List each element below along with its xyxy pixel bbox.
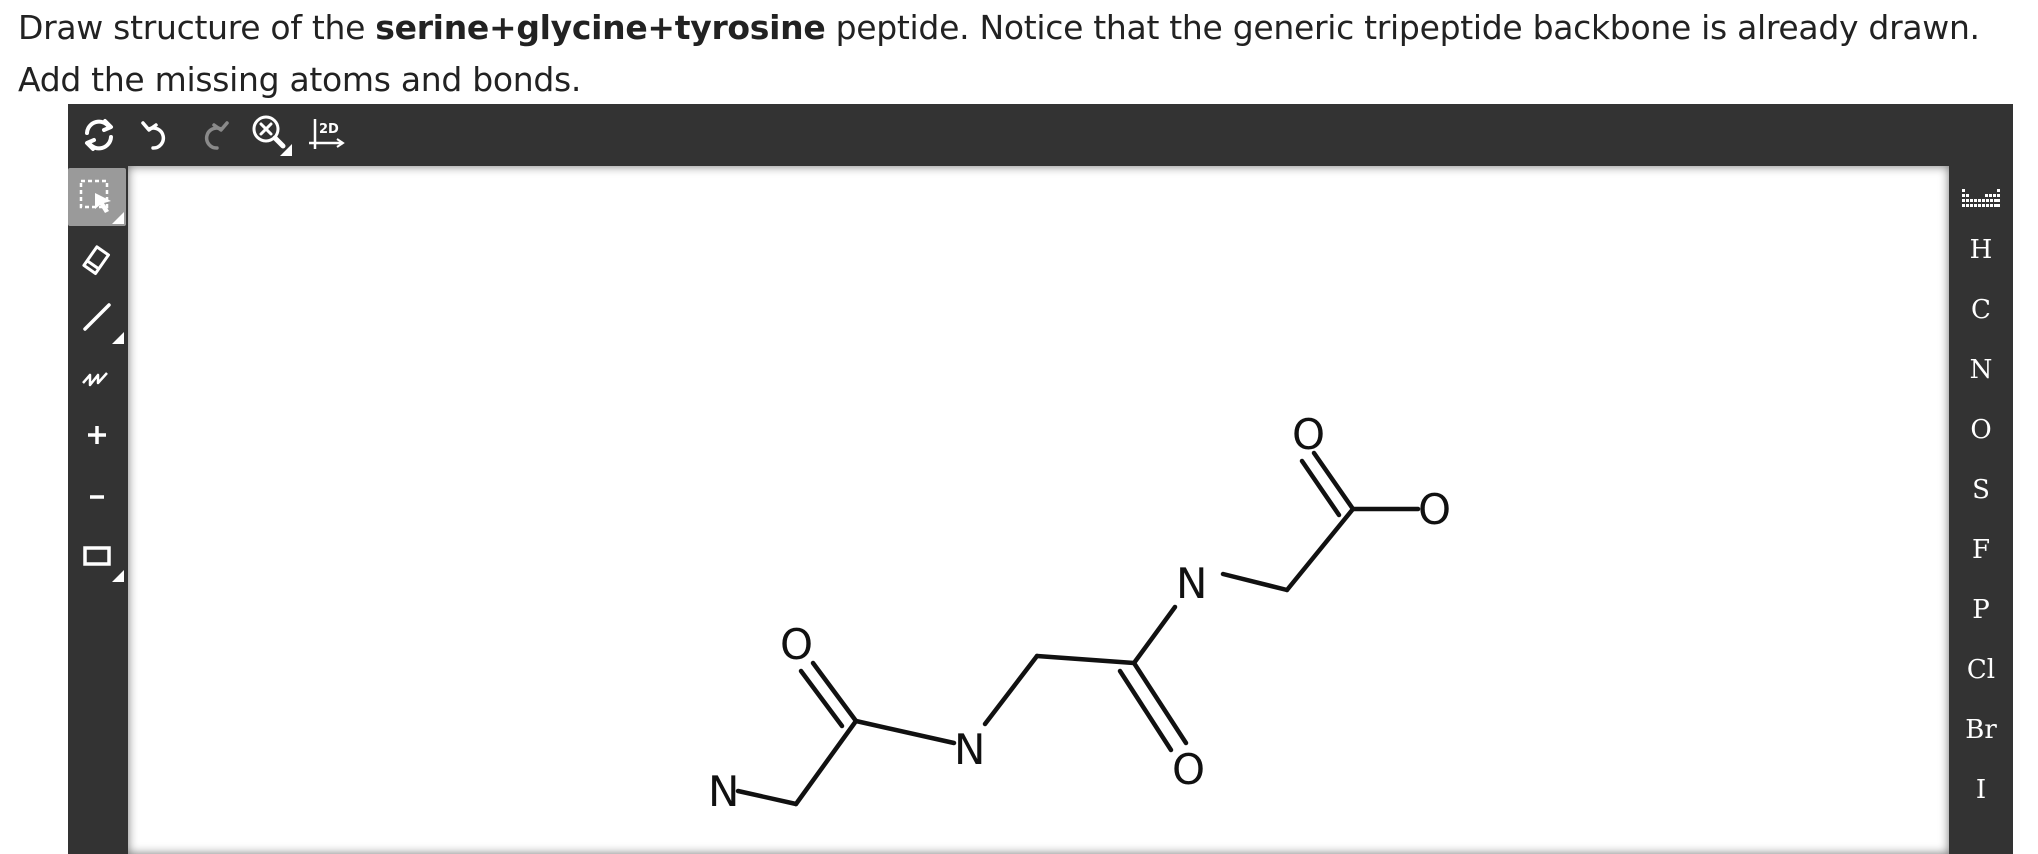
bond bbox=[853, 718, 957, 746]
bond bbox=[1034, 653, 1137, 666]
clear-canvas-icon bbox=[85, 119, 113, 151]
redo-icon bbox=[204, 121, 229, 150]
bond bbox=[982, 653, 1040, 727]
atom-oxygen[interactable]: O bbox=[1172, 745, 1205, 794]
layout-2d-icon: 2D bbox=[309, 119, 345, 149]
element-sulfur-button[interactable]: S bbox=[1949, 468, 2013, 512]
periodic-table-icon bbox=[1962, 189, 2000, 207]
top-toolbar: 2D bbox=[68, 104, 2013, 166]
left-toolbar bbox=[68, 166, 128, 854]
submenu-indicator bbox=[112, 332, 124, 344]
zoom-reset-button[interactable] bbox=[248, 112, 294, 158]
submenu-indicator bbox=[112, 212, 124, 224]
atom-oxygen[interactable]: O bbox=[780, 620, 813, 669]
atom-nitrogen[interactable]: N bbox=[1176, 559, 1207, 608]
redo-button[interactable] bbox=[190, 112, 236, 158]
chain-tool-button[interactable] bbox=[68, 346, 126, 404]
bond bbox=[793, 718, 859, 807]
layout-2d-label: 2D bbox=[319, 122, 339, 137]
single-bond-icon bbox=[83, 303, 111, 331]
plus-charge-button[interactable] bbox=[68, 406, 126, 464]
molecule-editor: 2D N N N O O O O H C N O S F P Cl Br I bbox=[68, 104, 2013, 854]
element-toolbar: H C N O S F P Cl Br I bbox=[1949, 166, 2013, 854]
element-iodine-button[interactable]: I bbox=[1949, 768, 2013, 812]
template-tool-button[interactable] bbox=[68, 526, 126, 584]
select-icon bbox=[79, 179, 111, 213]
atom-nitrogen[interactable]: N bbox=[708, 767, 739, 816]
atom-nitrogen[interactable]: N bbox=[954, 725, 985, 774]
undo-button[interactable] bbox=[134, 112, 180, 158]
atom-oxygen[interactable]: O bbox=[1292, 410, 1325, 459]
element-carbon-button[interactable]: C bbox=[1949, 288, 2013, 332]
bond bbox=[1311, 450, 1356, 512]
molecule-structure: N N N O O O O bbox=[708, 410, 1451, 816]
minus-charge-icon bbox=[90, 495, 104, 499]
eraser-tool-button[interactable] bbox=[68, 228, 126, 286]
select-tool-button[interactable] bbox=[68, 168, 126, 226]
element-chlorine-button[interactable]: Cl bbox=[1949, 648, 2013, 692]
layout-2d-button[interactable]: 2D bbox=[304, 112, 350, 158]
undo-icon bbox=[141, 121, 166, 150]
clear-canvas-button[interactable] bbox=[76, 112, 122, 158]
bond bbox=[1131, 604, 1178, 666]
plus-charge-icon bbox=[88, 426, 106, 444]
chain-icon bbox=[82, 372, 108, 387]
minus-charge-button[interactable] bbox=[68, 466, 126, 524]
question-prefix: Draw structure of the bbox=[18, 8, 376, 47]
element-bromine-button[interactable]: Br bbox=[1949, 708, 2013, 752]
bond bbox=[1220, 571, 1290, 593]
element-oxygen-button[interactable]: O bbox=[1949, 408, 2013, 452]
bond bbox=[1299, 458, 1342, 518]
submenu-indicator bbox=[112, 570, 124, 582]
element-fluorine-button[interactable]: F bbox=[1949, 528, 2013, 572]
zoom-reset-icon bbox=[252, 115, 292, 156]
drawing-canvas[interactable]: N N N O O O O bbox=[128, 166, 1949, 854]
periodic-table-button[interactable] bbox=[1949, 180, 2013, 220]
single-bond-tool-button[interactable] bbox=[68, 288, 126, 346]
question-text: Draw structure of the serine+glycine+tyr… bbox=[18, 2, 2018, 106]
element-nitrogen-button[interactable]: N bbox=[1949, 348, 2013, 392]
bond bbox=[798, 668, 845, 729]
eraser-icon bbox=[82, 245, 110, 275]
element-hydrogen-button[interactable]: H bbox=[1949, 228, 2013, 272]
bond bbox=[1284, 506, 1356, 593]
atom-oxygen[interactable]: O bbox=[1418, 485, 1451, 534]
element-phosphorus-button[interactable]: P bbox=[1949, 588, 2013, 632]
template-icon bbox=[83, 546, 111, 566]
bond bbox=[735, 788, 799, 807]
question-peptide-name: serine+glycine+tyrosine bbox=[375, 8, 826, 47]
